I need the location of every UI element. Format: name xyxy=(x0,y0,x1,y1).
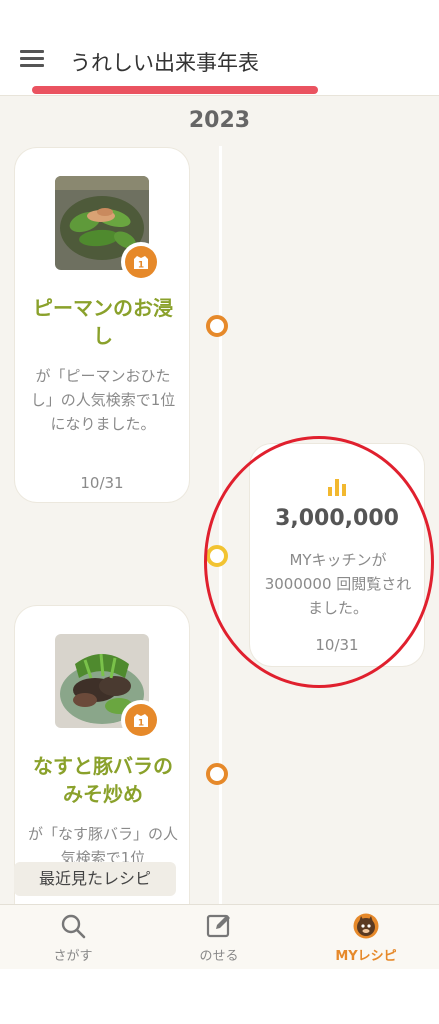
recent-recipes-tab[interactable]: 最近見たレシピ xyxy=(14,862,176,896)
recipe-name[interactable]: ピーマンのお浸し xyxy=(29,294,177,350)
event-description: が「ピーマンおひたし」の人気検索で1位になりました。 xyxy=(30,367,176,433)
app-header: うれしい出来事年表 xyxy=(0,0,439,96)
nav-label: MYレシピ xyxy=(335,949,397,964)
nav-label: のせる xyxy=(199,949,239,964)
system-area xyxy=(0,969,439,1024)
event-date: 10/31 xyxy=(80,474,124,492)
bottom-nav: さがす のせる MYレシピ xyxy=(0,904,439,969)
event-card-ranking[interactable]: 1 なすと豚バラのみそ炒め が「なす豚バラ」の人気検索で1位 xyxy=(15,606,189,904)
recipe-name[interactable]: なすと豚バラのみそ炒め xyxy=(29,752,177,808)
crown-icon: 1 xyxy=(134,714,148,729)
crown-icon: 1 xyxy=(134,256,148,271)
svg-text:1: 1 xyxy=(138,261,144,271)
nav-search[interactable]: さがす xyxy=(0,913,146,964)
search-icon xyxy=(60,913,86,939)
page-title: うれしい出来事年表 xyxy=(70,51,259,75)
timeline-dot xyxy=(206,763,228,785)
rank-badge: 1 xyxy=(121,700,161,740)
timeline-year: 2023 xyxy=(188,108,251,133)
rank-badge: 1 xyxy=(121,242,161,282)
timeline-dot xyxy=(206,315,228,337)
annotation-circle xyxy=(204,436,434,688)
timeline-area[interactable]: 2023 1 ピーマンのお浸し が「ピーマンおひたし」の人気検索で1位になりまし… xyxy=(0,96,439,904)
title-highlight-mark xyxy=(32,86,318,94)
nav-post[interactable]: のせる xyxy=(146,913,292,964)
my-recipe-icon xyxy=(353,913,379,939)
nav-my-recipe[interactable]: MYレシピ xyxy=(293,913,439,964)
event-card-ranking[interactable]: 1 ピーマンのお浸し が「ピーマンおひたし」の人気検索で1位になりました。 10… xyxy=(15,148,189,502)
menu-icon[interactable] xyxy=(20,50,44,70)
svg-text:1: 1 xyxy=(138,719,144,729)
nav-label: さがす xyxy=(53,949,93,964)
edit-icon xyxy=(206,913,232,939)
